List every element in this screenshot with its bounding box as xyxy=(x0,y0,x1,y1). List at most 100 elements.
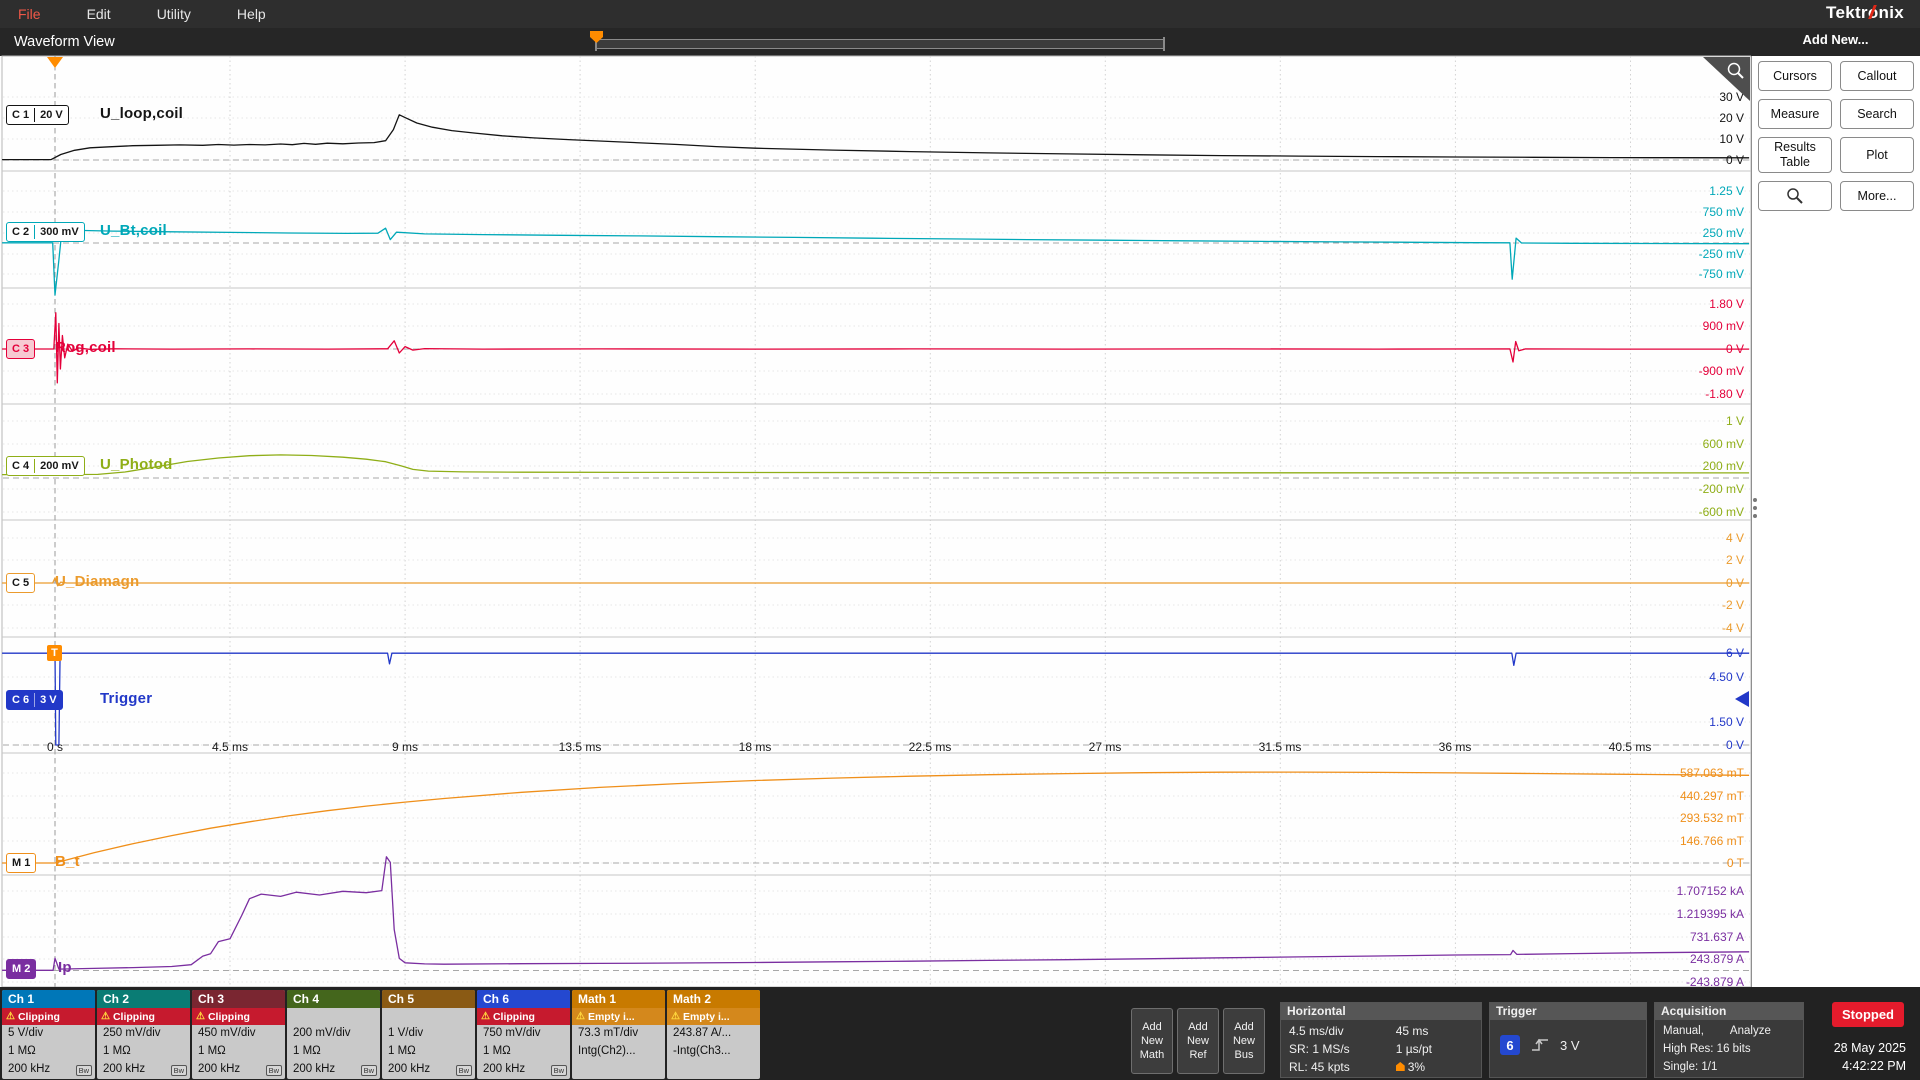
axis-label-ch3: -1.80 V xyxy=(1564,388,1744,400)
axis-label-ch5: 4 V xyxy=(1564,532,1744,544)
sidebar-button-cursors[interactable]: Cursors xyxy=(1758,61,1832,91)
channel-badge-ch-4[interactable]: Ch 4200 mV/div1 MΩ200 kHzBw xyxy=(287,990,380,1079)
channel-setting: 1 MΩ xyxy=(477,1043,570,1061)
warning-icon: ⚠ xyxy=(6,1011,15,1022)
sidebar-button-measure[interactable]: Measure xyxy=(1758,99,1832,129)
channel-flag-m1[interactable]: M 1 xyxy=(6,853,36,873)
channel-badge-ch-2[interactable]: Ch 2⚠Clipping250 mV/div1 MΩ200 kHzBw xyxy=(97,990,190,1079)
sidebar-button-callout[interactable]: Callout xyxy=(1840,61,1914,91)
channel-badge-title: Ch 2 xyxy=(97,990,190,1008)
horizontal-pane-body: 4.5 ms/div45 msSR: 1 MS/s1 µs/ptRL: 45 k… xyxy=(1281,1020,1481,1078)
acquisition-pane[interactable]: Acquisition Manual, Analyze High Res: 16… xyxy=(1654,1002,1804,1078)
axis-label-ch3: 900 mV xyxy=(1564,320,1744,332)
run-stop-button[interactable]: Stopped xyxy=(1832,1002,1904,1027)
axis-label-m2: 1.219395 kA xyxy=(1564,908,1744,920)
horizontal-position-icon xyxy=(1396,1062,1405,1071)
zoom-button[interactable] xyxy=(1758,181,1832,211)
channel-flag-ch5[interactable]: C 5 xyxy=(6,573,35,593)
menu-item-utility[interactable]: Utility xyxy=(157,6,191,22)
channel-badge-math-2[interactable]: Math 2⚠Empty i...243.87 A/...-Intg(Ch3..… xyxy=(667,990,760,1079)
add-add-new-ref-button[interactable]: Add New Ref xyxy=(1177,1008,1219,1074)
channel-badge-title: Ch 6 xyxy=(477,990,570,1008)
channel-badge-ch-3[interactable]: Ch 3⚠Clipping450 mV/div1 MΩ200 kHzBw xyxy=(192,990,285,1079)
axis-label-ch5: -4 V xyxy=(1564,622,1744,634)
waveform-graticule[interactable] xyxy=(0,56,1751,987)
more-button[interactable]: More... xyxy=(1840,181,1914,211)
channel-warning-strip: ⚠Clipping xyxy=(192,1008,285,1025)
channel-flag-ch2[interactable]: C 2300 mV xyxy=(6,222,85,242)
horizontal-pane[interactable]: Horizontal 4.5 ms/div45 msSR: 1 MS/s1 µs… xyxy=(1280,1002,1482,1078)
sidebar-button-search[interactable]: Search xyxy=(1840,99,1914,129)
axis-label-ch2: 1.25 V xyxy=(1564,185,1744,197)
axis-label-ch3: 1.80 V xyxy=(1564,298,1744,310)
waveform-label-ch5: U_Diamagn xyxy=(55,573,139,590)
axis-label-ch1: 20 V xyxy=(1564,112,1744,124)
sidebar-button-grid: Cursors Callout Measure Search Results Table… xyxy=(1758,61,1914,211)
menu-items: File Edit Utility Help xyxy=(18,6,266,22)
waveform-label-ch4: U_Photod xyxy=(100,456,172,473)
channel-setting: 1 MΩ xyxy=(192,1043,285,1061)
channel-flag-ch6[interactable]: C 63 V xyxy=(6,690,63,710)
acquisition-mode: Manual, xyxy=(1663,1023,1704,1041)
channel-setting: 1 MΩ xyxy=(2,1043,95,1061)
sidebar-button-results-table[interactable]: Results Table xyxy=(1758,137,1832,173)
channel-flag-ch3[interactable]: C 3 xyxy=(6,339,35,359)
trigger-pane[interactable]: Trigger 6 3 V xyxy=(1489,1002,1647,1078)
channel-badge-ch-5[interactable]: Ch 51 V/div1 MΩ200 kHzBw xyxy=(382,990,475,1079)
add-add-new-bus-button[interactable]: Add New Bus xyxy=(1223,1008,1265,1074)
channel-flag-id: C 6 xyxy=(7,693,34,707)
time-label: 4:42:22 PM xyxy=(1790,1058,1906,1076)
channel-badge-ch-1[interactable]: Ch 1⚠Clipping5 V/div1 MΩ200 kHzBw xyxy=(2,990,95,1079)
channel-flag-id: C 3 xyxy=(7,342,34,356)
trigger-pane-body: 6 3 V xyxy=(1490,1020,1646,1070)
channel-flag-m2[interactable]: M 2 xyxy=(6,959,36,979)
warning-label: Clipping xyxy=(18,1011,60,1023)
channel-flag-id: C 5 xyxy=(7,576,34,590)
axis-label-ch6: 1.50 V xyxy=(1564,716,1744,728)
menu-item-edit[interactable]: Edit xyxy=(87,6,111,22)
channel-badge-title: Ch 3 xyxy=(192,990,285,1008)
panel-splitter-handle[interactable] xyxy=(1753,498,1757,518)
waveform-label-ch6: Trigger xyxy=(100,690,152,707)
menu-item-help[interactable]: Help xyxy=(237,6,266,22)
time-axis-label: 18 ms xyxy=(720,740,790,754)
tektronix-logo: Tektronix xyxy=(1826,3,1904,23)
axis-label-ch5: 2 V xyxy=(1564,554,1744,566)
axis-label-ch4: -600 mV xyxy=(1564,506,1744,518)
menu-item-file[interactable]: File xyxy=(18,6,41,22)
channel-setting: -Intg(Ch3... xyxy=(667,1043,760,1061)
warning-label: Empty i... xyxy=(588,1011,635,1023)
axis-label-ch1: 0 V xyxy=(1564,154,1744,166)
channel-flag-ch4[interactable]: C 4200 mV xyxy=(6,456,85,476)
add-add-new-math-button[interactable]: Add New Math xyxy=(1131,1008,1173,1074)
record-view-scrollbar[interactable] xyxy=(596,39,1164,49)
channel-setting: 73.3 mT/div xyxy=(572,1025,665,1043)
acquisition-pane-body: Manual, Analyze High Res: 16 bits Single… xyxy=(1655,1020,1803,1079)
channel-warning-strip xyxy=(382,1008,475,1025)
channel-flag-scale: 3 V xyxy=(34,693,62,707)
warning-label: Empty i... xyxy=(683,1011,730,1023)
channel-warning-strip xyxy=(287,1008,380,1025)
warning-icon: ⚠ xyxy=(196,1011,205,1022)
channel-setting: 1 MΩ xyxy=(97,1043,190,1061)
add-new-button[interactable]: Add New... xyxy=(1751,32,1920,47)
channel-setting: 243.87 A/... xyxy=(667,1025,760,1043)
warning-icon: ⚠ xyxy=(671,1011,680,1022)
sidebar-button-plot[interactable]: Plot xyxy=(1840,137,1914,173)
horizontal-value: 3% xyxy=(1396,1058,1473,1076)
rising-edge-icon xyxy=(1530,1037,1550,1053)
trigger-source-flag[interactable]: T xyxy=(47,645,62,661)
axis-label-ch1: 30 V xyxy=(1564,91,1744,103)
horizontal-value: 1 µs/pt xyxy=(1396,1040,1473,1058)
axis-label-ch6: 4.50 V xyxy=(1564,671,1744,683)
acquisition-pane-title: Acquisition xyxy=(1655,1003,1803,1020)
warning-icon: ⚠ xyxy=(576,1011,585,1022)
time-axis-label: 13.5 ms xyxy=(545,740,615,754)
waveform-label-m2: Ip xyxy=(58,959,72,976)
channel-badge-ch-6[interactable]: Ch 6⚠Clipping750 mV/div1 MΩ200 kHzBw xyxy=(477,990,570,1079)
channel-badge-math-1[interactable]: Math 1⚠Empty i...73.3 mT/divIntg(Ch2)... xyxy=(572,990,665,1079)
axis-label-ch2: -750 mV xyxy=(1564,268,1744,280)
datetime: 28 May 2025 4:42:22 PM xyxy=(1790,1040,1906,1075)
warning-label: Clipping xyxy=(208,1011,250,1023)
channel-flag-ch1[interactable]: C 120 V xyxy=(6,105,69,125)
